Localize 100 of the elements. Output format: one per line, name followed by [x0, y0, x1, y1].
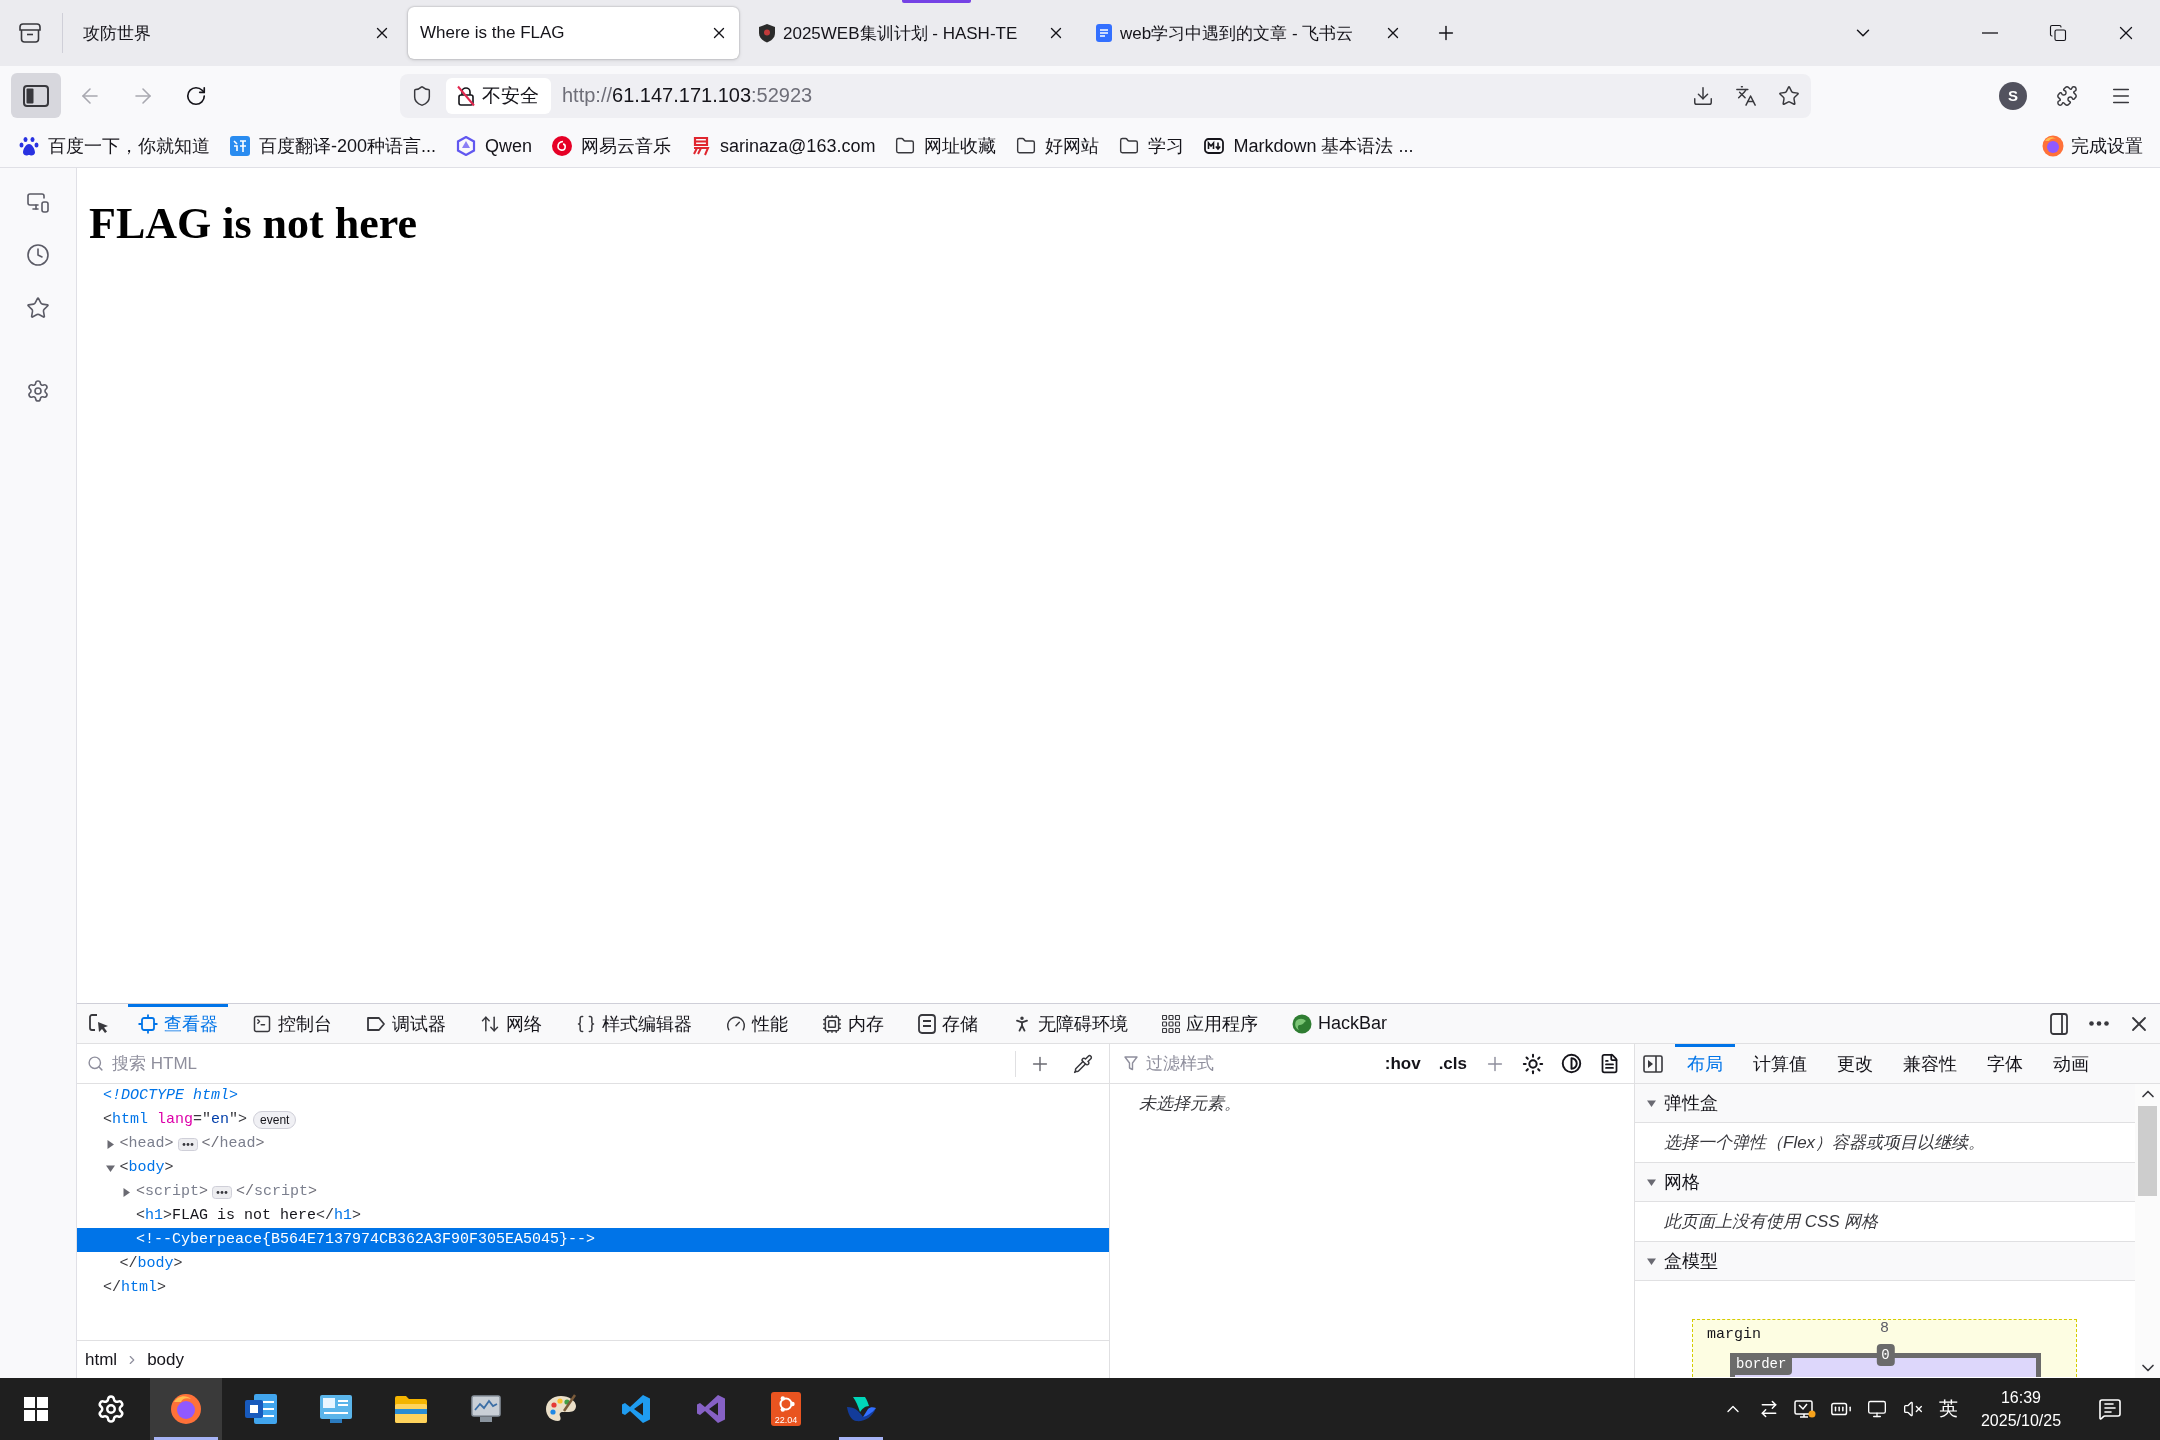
security-indicator[interactable]: 不安全 — [446, 77, 551, 114]
sidebar-tab[interactable]: 更改 — [1825, 1044, 1885, 1083]
markup-code[interactable]: </script> — [236, 1182, 318, 1202]
url-text[interactable]: http://61.147.171.103:52923 — [562, 84, 1685, 107]
ide-icon — [696, 1394, 726, 1424]
breadcrumb-item[interactable]: body — [139, 1349, 192, 1370]
version-label: 22.04 — [774, 1415, 798, 1425]
browser-logo-icon — [170, 1393, 202, 1425]
bookmark-item[interactable]: Markdown 基本语法 ... — [1204, 129, 1414, 163]
clock-button[interactable]: 16:39 2025/10/25 — [1965, 1378, 2077, 1440]
sun-icon — [1522, 1052, 1544, 1075]
translate-icon — [1735, 84, 1757, 107]
markup-code[interactable]: <body> — [119, 1158, 174, 1178]
folder-icon — [1016, 136, 1037, 156]
section-message: 此页面上没有使用 CSS 网格 — [1664, 1211, 1879, 1233]
devtools-tab[interactable]: HackBar — [1282, 1004, 1398, 1043]
devices-icon — [26, 190, 50, 214]
sidebar-tab[interactable]: 兼容性 — [1891, 1044, 1969, 1083]
browser-tab[interactable]: web学习中遇到的文章 - 飞书云 — [1082, 7, 1413, 59]
collapsed-content-icon[interactable] — [212, 1185, 233, 1199]
sidebar-tab[interactable]: 计算值 — [1741, 1044, 1819, 1083]
pseudo-class-toggle[interactable]: .cls — [1433, 1048, 1472, 1079]
filter-field[interactable]: 过滤样式 — [1144, 1048, 1380, 1079]
markup-code[interactable]: </body> — [119, 1254, 183, 1274]
devtools-tab[interactable]: 控制台 — [242, 1004, 342, 1043]
sidebar-tab[interactable]: 动画 — [2041, 1044, 2101, 1083]
caret-down-icon[interactable] — [1647, 1177, 1656, 1187]
devtools-tab[interactable]: 存储 — [908, 1004, 988, 1043]
devtools-tab[interactable]: 内存 — [812, 1004, 894, 1043]
markup-code[interactable]: <html lang="en"> — [103, 1110, 248, 1130]
palette-icon — [545, 1394, 577, 1424]
empty-message: 未选择元素。 — [1139, 1093, 1241, 1115]
section-message: 选择一个弹性（Flex）容器或项目以继续。 — [1664, 1132, 1986, 1154]
sidebar-tab[interactable]: 字体 — [1975, 1044, 2035, 1083]
contrast-icon — [1560, 1053, 1582, 1074]
caret-right-icon[interactable] — [105, 1139, 115, 1149]
puzzle-icon — [2056, 84, 2078, 107]
event-badge[interactable]: event — [253, 1111, 297, 1129]
caret-down-icon[interactable] — [105, 1163, 115, 1173]
bookmark-item[interactable]: 完成设置 — [2042, 129, 2143, 163]
markup-code[interactable]: </head> — [201, 1134, 265, 1154]
folder-icon — [895, 136, 916, 156]
border-value[interactable]: 0 — [1876, 1344, 1895, 1366]
search-field[interactable]: 搜索 HTML — [110, 1048, 1009, 1079]
markup-code[interactable]: </html> — [103, 1278, 167, 1298]
devtools-tab[interactable]: 样式编辑器 — [566, 1004, 702, 1043]
bookmark-item[interactable]: 网址收藏 — [895, 129, 997, 163]
bookmark-item[interactable]: 百度一下，你就知道 — [19, 129, 210, 163]
bookmark-item[interactable]: sarinaza@163.com — [691, 129, 876, 163]
input-method-button[interactable]: 英 — [1931, 1378, 1965, 1440]
browser-logo-icon — [2042, 135, 2064, 157]
address-bar[interactable]: 不安全 http://61.147.171.103:52923 — [400, 73, 1811, 118]
section-header[interactable]: 网格 — [1635, 1163, 2135, 1202]
margin-value[interactable]: 8 — [1880, 1320, 1889, 1337]
chart-monitor-icon — [470, 1394, 502, 1424]
tag-icon — [366, 1015, 386, 1032]
sidebar-toggle-button[interactable] — [11, 73, 61, 118]
arrows-icon — [1759, 1399, 1779, 1419]
devtools-tab[interactable]: 无障碍环境 — [1002, 1004, 1138, 1043]
hexagon-icon — [456, 136, 477, 156]
speaker-muted-icon — [1903, 1399, 1923, 1419]
bookmark-item[interactable]: 学习 — [1119, 129, 1185, 163]
bookmark-item[interactable]: 百度翻译-200种语言... — [230, 129, 437, 163]
markup-code[interactable]: <h1>FLAG is not here</h1> — [136, 1206, 362, 1226]
dock-icon — [2050, 1012, 2068, 1035]
bookmark-item[interactable]: 网易云音乐 — [552, 129, 672, 163]
markup-code[interactable]: <!DOCTYPE html> — [103, 1086, 239, 1106]
control-panel-icon — [320, 1395, 352, 1423]
profile-button[interactable]: S — [1999, 81, 2027, 110]
scrollbar-thumb[interactable] — [2138, 1106, 2157, 1196]
devtools-tab[interactable]: 应用程序 — [1152, 1004, 1268, 1043]
paw-icon — [19, 136, 39, 156]
browser-tab[interactable]: 2025WEB集训计划 - HASH-TE — [745, 7, 1076, 59]
scrollbar[interactable] — [2135, 1084, 2160, 1378]
collapsed-content-icon[interactable] — [177, 1137, 198, 1151]
devtools-tab[interactable]: 性能 — [716, 1004, 798, 1043]
markup-code[interactable]: <head> — [119, 1134, 174, 1154]
selected-markup-row[interactable]: <!--Cyberpeace{B564E7137974CB362A3F90F305EA5045}--> — [77, 1228, 1109, 1252]
margin-label: margin — [1707, 1326, 1761, 1343]
page-heading: FLAG is not here — [89, 198, 417, 249]
caret-right-icon[interactable] — [122, 1187, 131, 1197]
bookmark-item[interactable]: Qwen — [456, 129, 533, 163]
section-header[interactable]: 盒模型 — [1635, 1242, 2135, 1281]
pseudo-class-toggle[interactable]: :hov — [1379, 1048, 1426, 1079]
taskbar-app[interactable]: 22.04 — [750, 1378, 822, 1440]
bookmark-item[interactable]: 好网站 — [1016, 129, 1100, 163]
devtools-tab[interactable]: 网络 — [470, 1004, 552, 1043]
markup-code[interactable]: <!--Cyberpeace{B564E7137974CB362A3F90F305EA5045}--> — [136, 1230, 596, 1250]
browser-tab[interactable]: 攻防世界 — [71, 7, 402, 59]
devtools-tab[interactable]: 调试器 — [356, 1004, 456, 1043]
browser-tab[interactable]: Where is the FLAG — [408, 7, 739, 59]
filter-icon — [1124, 1056, 1138, 1071]
breadcrumb-item[interactable]: html — [77, 1349, 126, 1370]
caret-down-icon[interactable] — [1647, 1256, 1656, 1266]
storage-icon — [918, 1013, 936, 1034]
markup-code[interactable]: <script> — [136, 1182, 209, 1202]
caret-down-icon[interactable] — [1647, 1098, 1656, 1108]
drawer-icon — [19, 23, 41, 43]
display-alert-icon — [1794, 1399, 1816, 1419]
section-header[interactable]: 弹性盒 — [1635, 1084, 2135, 1123]
